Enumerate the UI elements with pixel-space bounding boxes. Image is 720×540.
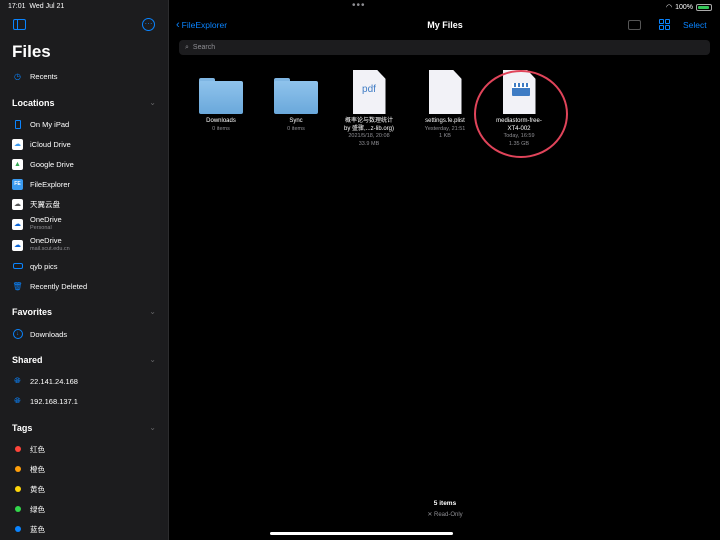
sidebar-item-recently-deleted[interactable]: 🗑︎ Recently Deleted <box>12 278 162 294</box>
new-folder-icon[interactable] <box>628 20 641 30</box>
sidebar-item-google-drive[interactable]: ▲ Google Drive <box>12 156 162 172</box>
highlight-circle <box>474 70 568 158</box>
sidebar-item-fileexplorer[interactable]: FE FileExplorer <box>12 176 162 192</box>
sidebar-item-recents[interactable]: ◷ Recents <box>12 68 162 84</box>
multitasking-dots[interactable]: ••• <box>352 0 366 11</box>
chevron-down-icon[interactable]: ⌄ <box>149 98 156 107</box>
drive-icon <box>12 261 23 272</box>
sidebar-item-tag-red[interactable]: 红色 <box>12 441 162 457</box>
download-icon: ↓ <box>12 329 23 340</box>
item-count: 5 items <box>433 500 457 507</box>
ipad-icon <box>12 119 23 130</box>
sidebar-item-tag-yellow[interactable]: 黄色 <box>12 481 162 497</box>
main-content: ‹ FileExplorer My Files Select ⌕ Search … <box>170 0 720 540</box>
file-item-pdf[interactable]: pdf 概率论与数理统计 by 盛骤,...z-lib.org) 2021/5/1… <box>332 70 406 148</box>
document-icon <box>428 70 462 114</box>
clock-icon: ◷ <box>14 71 21 81</box>
select-button[interactable]: Select <box>683 20 707 30</box>
grid-view-icon[interactable] <box>659 19 670 30</box>
battery-percent: 100% <box>675 3 693 11</box>
tag-dot-icon <box>14 466 21 472</box>
read-only-label: ✕ Read-Only <box>427 512 463 518</box>
chevron-down-icon[interactable]: ⌄ <box>149 355 156 364</box>
folder-icon <box>199 78 243 114</box>
wifi-icon: ◠ <box>665 4 673 11</box>
sidebar-item-on-my-ipad[interactable]: On My iPad <box>12 116 162 132</box>
home-indicator[interactable] <box>270 532 453 535</box>
sidebar-item-onedrive-scut[interactable]: ☁ OneDrive mail.scut.edu.cn <box>12 235 162 255</box>
folder-icon <box>274 78 318 114</box>
sidebar-item-shared-1[interactable]: 🌐︎ 22.141.24.168 <box>12 373 162 389</box>
chevron-down-icon[interactable]: ⌄ <box>149 423 156 432</box>
file-item-sync[interactable]: Sync 0 items <box>259 78 333 133</box>
file-item-plist[interactable]: settings.fe.plist Yesterday, 21:51 1 KB <box>408 70 482 141</box>
chevron-down-icon[interactable]: ⌄ <box>149 307 156 316</box>
status-time: 17:01 Wed Jul 21 <box>8 3 65 10</box>
globe-icon: 🌐︎ <box>14 396 21 405</box>
sidebar-toggle-icon[interactable] <box>13 19 26 30</box>
status-right: ◠ 100% <box>666 3 712 11</box>
section-locations[interactable]: Locations ⌄ <box>12 98 158 108</box>
onedrive-icon: ☁ <box>12 239 23 251</box>
trash-icon: 🗑︎ <box>12 281 23 291</box>
sidebar-item-qyb-pics[interactable]: qyb pics <box>12 258 162 274</box>
onedrive-icon: ☁ <box>12 218 23 230</box>
globe-icon: 🌐︎ <box>14 376 21 385</box>
section-shared[interactable]: Shared ⌄ <box>12 355 158 365</box>
tag-dot-icon <box>14 486 21 492</box>
search-input[interactable]: ⌕ Search <box>179 40 710 55</box>
status-bar: 17:01 Wed Jul 21 ••• ◠ 100% <box>0 0 720 14</box>
file-name: 概率论与数理统计 by 盛骤,...z-lib.org) <box>343 118 394 132</box>
sidebar-title: Files <box>12 42 51 61</box>
more-options-icon[interactable]: ··· <box>142 18 155 31</box>
cloud-icon: ☁ <box>12 198 23 210</box>
section-tags[interactable]: Tags ⌄ <box>12 423 158 433</box>
sidebar-item-tag-blue[interactable]: 蓝色 <box>12 521 162 537</box>
tag-dot-icon <box>14 506 21 512</box>
sidebar-item-icloud-drive[interactable]: ☁ iCloud Drive <box>12 136 162 152</box>
sidebar-item-shared-2[interactable]: 🌐︎ 192.168.137.1 <box>12 393 162 409</box>
sidebar-item-tag-orange[interactable]: 橙色 <box>12 461 162 477</box>
sidebar-item-tianyi-cloud[interactable]: ☁ 天翼云盘 <box>12 196 162 212</box>
icloud-icon: ☁ <box>12 138 23 150</box>
file-item-downloads[interactable]: Downloads 0 items <box>184 78 258 133</box>
tag-dot-icon <box>14 526 21 532</box>
sidebar-item-tag-green[interactable]: 绿色 <box>12 501 162 517</box>
fileexplorer-icon: FE <box>12 178 23 190</box>
tag-dot-icon <box>14 446 21 452</box>
sidebar: ··· Files ◷ Recents Locations ⌄ On My iPa… <box>0 0 169 540</box>
section-favorites[interactable]: Favorites ⌄ <box>12 307 158 317</box>
search-icon: ⌕ <box>185 43 189 51</box>
battery-icon <box>696 3 712 11</box>
pdf-file-icon: pdf <box>352 70 386 114</box>
sidebar-item-downloads[interactable]: ↓ Downloads <box>12 326 162 342</box>
google-drive-icon: ▲ <box>12 158 23 170</box>
sidebar-item-onedrive-personal[interactable]: ☁ OneDrive Personal <box>12 214 162 234</box>
